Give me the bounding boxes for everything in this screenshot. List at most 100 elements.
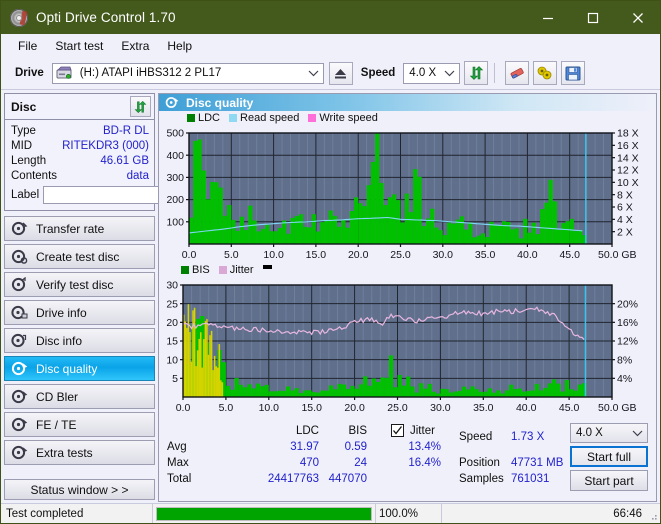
refresh-button[interactable] xyxy=(464,61,489,85)
stats-bis-max: 24 xyxy=(354,457,367,469)
svg-text:10: 10 xyxy=(166,354,178,366)
stats-header-bis: BIS xyxy=(348,425,367,437)
status-message: Test completed xyxy=(1,504,153,523)
sidebar-label-transfer-rate: Transfer rate xyxy=(36,221,105,236)
svg-text:400: 400 xyxy=(166,150,184,162)
sidebar-item-fe-te[interactable]: FE / TE xyxy=(4,412,155,437)
bitsetting-button[interactable] xyxy=(533,61,558,85)
svg-text:35.0: 35.0 xyxy=(473,402,494,414)
start-full-button[interactable]: Start full xyxy=(570,446,648,467)
sidebar-label-fe-te: FE / TE xyxy=(36,417,77,432)
svg-text:15: 15 xyxy=(166,336,178,348)
svg-text:50.0 GB: 50.0 GB xyxy=(598,249,637,261)
svg-text:4%: 4% xyxy=(617,373,632,385)
erase-button[interactable] xyxy=(505,61,530,85)
eject-button[interactable] xyxy=(328,61,353,85)
status-window-button[interactable]: Status window > > xyxy=(4,479,155,500)
stats-bis-total: 447070 xyxy=(328,473,367,485)
nav-list: Transfer rate Create test disc Verify te… xyxy=(4,216,155,465)
content-pane: Disc quality LDC Read speed Write speed … xyxy=(158,93,657,502)
svg-text:10.0: 10.0 xyxy=(263,249,284,261)
svg-text:2 X: 2 X xyxy=(617,226,633,238)
sidebar-item-drive-info[interactable]: Drive info xyxy=(4,300,155,325)
legend-ldc: LDC xyxy=(187,112,220,124)
sidebar-item-create-test-disc[interactable]: Create test disc xyxy=(4,244,155,269)
save-button[interactable] xyxy=(561,61,586,85)
svg-text:25: 25 xyxy=(166,298,178,310)
disc-panel-title: Disc xyxy=(11,99,37,114)
disc-properties: Type BD-R DL MID RITEKDR3 (000) Length 4… xyxy=(5,120,247,210)
sidebar-item-disc-info[interactable]: Disc info xyxy=(4,328,155,353)
disc-refresh-button[interactable] xyxy=(130,96,151,117)
legend-label-read-speed: Read speed xyxy=(240,112,300,124)
legend-label-write-speed: Write speed xyxy=(319,112,378,124)
menu-start-test[interactable]: Start test xyxy=(46,37,112,55)
svg-text:18 X: 18 X xyxy=(617,128,639,140)
title-bar: Opti Drive Control 1.70 xyxy=(1,1,660,34)
speed-select[interactable]: 4.0 X xyxy=(403,62,461,84)
start-part-button[interactable]: Start part xyxy=(570,470,648,491)
svg-text:0.0: 0.0 xyxy=(182,249,197,261)
minimize-button[interactable] xyxy=(525,1,570,34)
stats-samples-value: 761031 xyxy=(511,473,550,485)
svg-text:30: 30 xyxy=(166,280,178,292)
stats-position-value: 47731 MB xyxy=(511,457,564,469)
sidebar-item-disc-quality[interactable]: Disc quality xyxy=(4,356,155,381)
svg-text:16 X: 16 X xyxy=(617,140,639,152)
jitter-toggle[interactable]: Jitter xyxy=(391,424,435,437)
progress-bar xyxy=(153,504,375,523)
speed-value: 4.0 X xyxy=(409,67,437,79)
svg-text:5.0: 5.0 xyxy=(224,249,239,261)
create-test-disc-icon xyxy=(11,249,28,264)
stats-header-ldc: LDC xyxy=(295,425,319,437)
legend-label-bis: BIS xyxy=(192,264,210,276)
stats-row-label-total: Total xyxy=(167,473,192,485)
fe-te-icon xyxy=(11,417,28,432)
disc-key-length: Length xyxy=(11,154,47,167)
chevron-down-icon xyxy=(444,64,455,83)
svg-text:50.0 GB: 50.0 GB xyxy=(598,402,637,414)
test-speed-value: 4.0 X xyxy=(576,427,603,439)
close-button[interactable] xyxy=(615,1,660,34)
legend-label-ldc: LDC xyxy=(198,112,221,124)
maximize-button[interactable] xyxy=(570,1,615,34)
svg-text:8%: 8% xyxy=(617,354,632,366)
svg-text:35.0: 35.0 xyxy=(475,249,496,261)
stats-ldc-max: 470 xyxy=(299,457,319,469)
body: Disc Type BD-R DL MID RITEKDR3 (000) Len… xyxy=(1,90,660,503)
drive-icon xyxy=(56,66,72,80)
svg-text:16%: 16% xyxy=(617,317,638,329)
menu-extra[interactable]: Extra xyxy=(112,37,158,55)
legend-swatch-write-speed xyxy=(308,114,317,122)
pane-title: Disc quality xyxy=(186,95,254,110)
stats-ldc-avg: 31.97 xyxy=(290,441,319,453)
sidebar-label-disc-info: Disc info xyxy=(36,333,83,348)
disc-row-length: Length 46.61 GB xyxy=(11,153,149,168)
ldc-chart: LDC Read speed Write speed 100 200 300 400 5… xyxy=(159,111,656,263)
status-bar: Test completed 100.0% 66:46 xyxy=(1,503,660,523)
legend-swatch-jitter xyxy=(218,266,227,274)
sidebar-label-drive-info: Drive info xyxy=(36,305,87,320)
menu-help[interactable]: Help xyxy=(158,37,201,55)
drive-select[interactable]: (H:) ATAPI iHBS312 2 PL17 xyxy=(51,62,324,84)
sidebar-item-transfer-rate[interactable]: Transfer rate xyxy=(4,216,155,241)
resize-grip-icon[interactable] xyxy=(648,511,658,521)
stats-bis-avg: 0.59 xyxy=(344,441,367,453)
sidebar-item-cd-bler[interactable]: CD Bler xyxy=(4,384,155,409)
disc-value-mid: RITEKDR3 (000) xyxy=(62,139,149,152)
sidebar-item-extra-tests[interactable]: Extra tests xyxy=(4,440,155,465)
disc-label-row: Label xyxy=(11,184,247,206)
stats-speed-key: Speed xyxy=(459,431,493,443)
svg-text:5: 5 xyxy=(172,373,178,385)
svg-text:8 X: 8 X xyxy=(617,189,633,201)
disc-value-length: 46.61 GB xyxy=(100,154,149,167)
svg-text:300: 300 xyxy=(166,172,184,184)
menu-file[interactable]: File xyxy=(9,37,46,55)
toolbar: Drive (H:) ATAPI iHBS312 2 PL17 Speed 4.… xyxy=(1,57,660,90)
sidebar-item-verify-test-disc[interactable]: Verify test disc xyxy=(4,272,155,297)
test-speed-select[interactable]: 4.0 X xyxy=(570,423,648,443)
disc-row-type: Type BD-R DL xyxy=(11,123,149,138)
window-controls xyxy=(525,1,660,34)
jitter-checkbox[interactable] xyxy=(391,424,404,437)
